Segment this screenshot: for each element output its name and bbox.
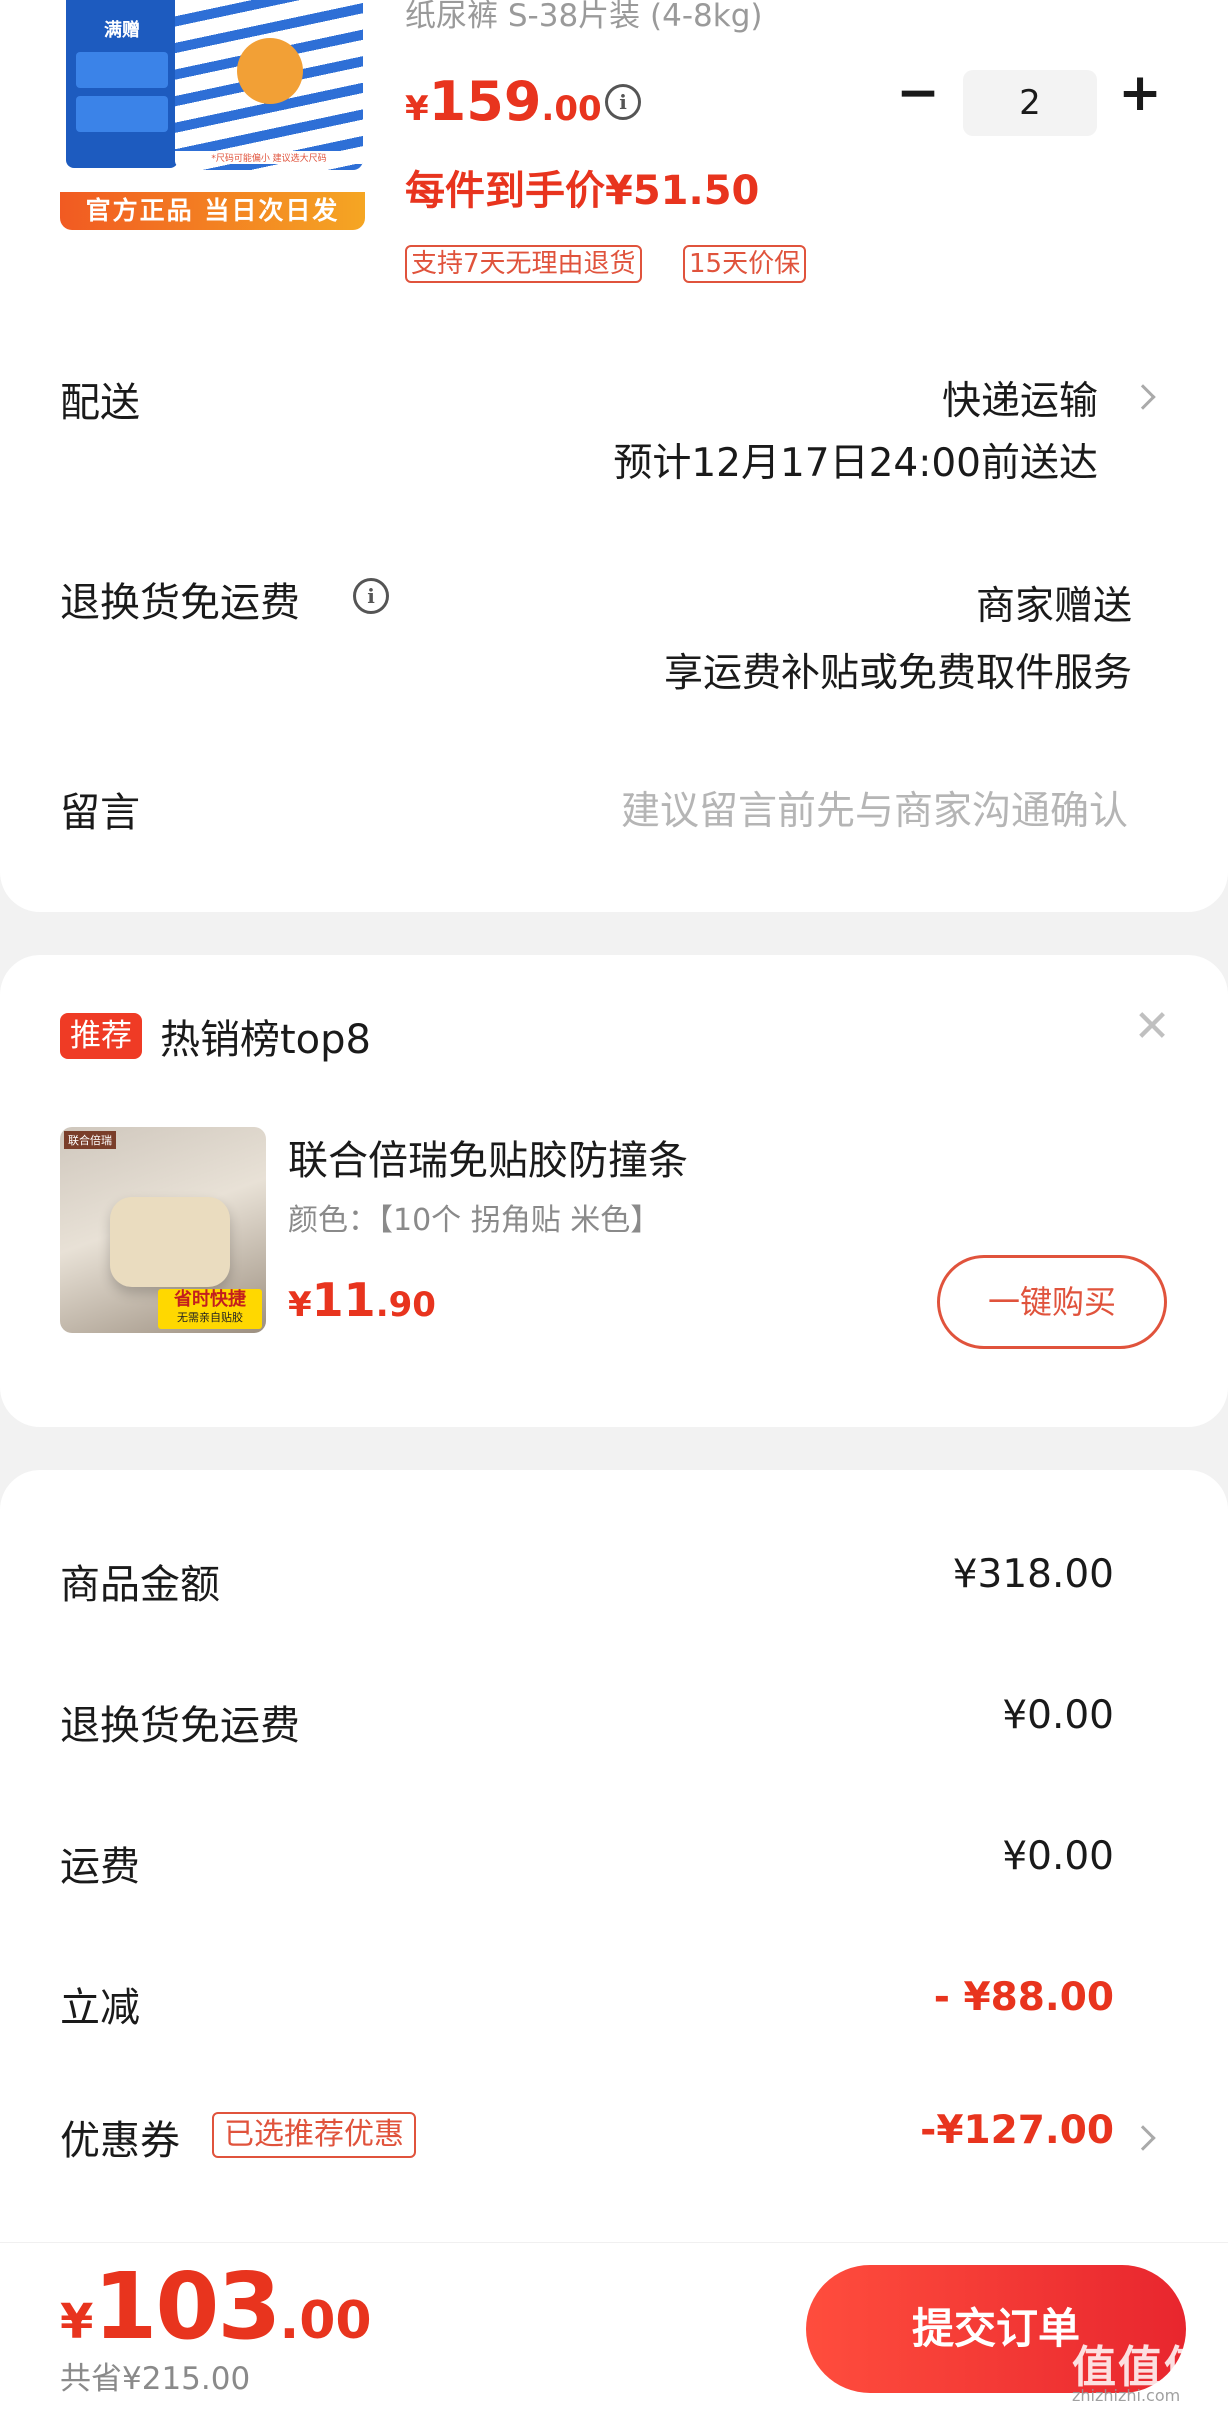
chevron-right-icon[interactable] (1130, 2125, 1156, 2151)
quantity-decrease-button[interactable]: − (893, 67, 943, 120)
quantity-input[interactable]: 2 (963, 70, 1097, 136)
price-integer: 159 (428, 70, 542, 133)
close-icon[interactable]: ✕ (1130, 1005, 1174, 1049)
price-protect-tag: 15天价保 (683, 245, 807, 283)
message-input[interactable]: 建议留言前先与商家沟通确认 (621, 780, 1128, 836)
product-image[interactable]: 满赠 *尺码可能偏小 建议选大尺码 官方正品 当日次日发 (60, 0, 365, 230)
summary-label-shipping: 运费 (60, 1844, 140, 1890)
watermark-url: zhizhizhi.com (1072, 2386, 1181, 2405)
final-unit-price: 每件到手价¥51.50 (405, 168, 760, 214)
summary-value-return-shipping: ¥0.00 (1002, 1693, 1114, 1738)
recommend-product-image[interactable]: 联合倍瑞 省时快捷 无需亲自贴胶 (60, 1127, 266, 1333)
image-promo-sub: 无需亲自贴胶 (177, 1311, 243, 1324)
checkout-bar: ¥103.00 共省¥215.00 提交订单 值值值 zhizhizhi.com (0, 2242, 1228, 2413)
image-brand-sticker: 联合倍瑞 (64, 1131, 116, 1149)
delivery-label: 配送 (60, 380, 140, 426)
image-promo-main: 省时快捷 (174, 1289, 246, 1310)
quantity-increase-button[interactable]: + (1115, 67, 1165, 120)
gift-item (76, 52, 168, 88)
price-decimal: .00 (541, 89, 602, 129)
summary-value-coupon[interactable]: -¥127.00 (920, 2108, 1114, 2153)
pack-logo (237, 38, 303, 104)
delivery-eta: 预计12月17日24:00前送达 (613, 441, 1098, 486)
recommend-product-price: ¥11.90 (288, 1273, 436, 1327)
summary-value-discount: - ¥88.00 (933, 1975, 1114, 2020)
total-price: ¥103.00 (60, 2253, 372, 2360)
one-click-buy-button[interactable]: 一键购买 (937, 1255, 1167, 1349)
recommend-product-name[interactable]: 联合倍瑞免贴胶防撞条 (288, 1128, 688, 1186)
return-shipping-label: 退换货免运费 (60, 580, 300, 626)
price-integer: 11 (311, 1273, 376, 1327)
return-shipping-desc: 享运费补贴或免费取件服务 (663, 651, 1132, 696)
return-shipping-value: 商家赠送 (975, 584, 1132, 629)
info-icon[interactable]: i (605, 84, 641, 120)
summary-label-goods: 商品金额 (60, 1562, 220, 1608)
recommend-title: 热销榜top8 (160, 1017, 371, 1063)
corner-guard-image (110, 1197, 230, 1287)
unit-price: ¥159.00 (405, 70, 602, 133)
total-integer: 103 (93, 2253, 281, 2360)
info-icon[interactable]: i (353, 578, 389, 614)
saved-amount: 共省¥215.00 (60, 2361, 251, 2397)
gift-badge: 满赠 (104, 20, 140, 41)
image-promo-label: 省时快捷 无需亲自贴胶 (158, 1289, 262, 1329)
gift-item (76, 96, 168, 132)
recommend-badge: 推荐 (60, 1013, 142, 1059)
summary-value-goods: ¥318.00 (952, 1552, 1114, 1597)
coupon-selected-tag[interactable]: 已选推荐优惠 (212, 2112, 416, 2158)
summary-label-discount: 立减 (60, 1985, 140, 2031)
diaper-pack-image: *尺码可能偏小 建议选大尺码 (175, 0, 363, 170)
message-label: 留言 (60, 790, 140, 836)
price-symbol: ¥ (60, 2294, 94, 2350)
total-decimal: .00 (279, 2291, 372, 2351)
product-title: 纸尿裤 S-38片装 (4-8kg) (405, 0, 763, 34)
summary-label-return-shipping: 退换货免运费 (60, 1703, 300, 1749)
return-policy-tag: 支持7天无理由退货 (405, 245, 642, 283)
price-symbol: ¥ (405, 89, 429, 129)
gift-card-image: 满赠 (66, 0, 178, 168)
order-card: 满赠 *尺码可能偏小 建议选大尺码 官方正品 当日次日发 纸尿裤 S-38片装 … (0, 0, 1228, 912)
pack-note: *尺码可能偏小 建议选大尺码 (175, 151, 363, 164)
recommend-card: 推荐 热销榜top8 ✕ 联合倍瑞 省时快捷 无需亲自贴胶 联合倍瑞免贴胶防撞条… (0, 955, 1228, 1427)
delivery-method[interactable]: 快递运输 (942, 370, 1098, 426)
product-banner: 官方正品 当日次日发 (60, 192, 365, 230)
chevron-right-icon[interactable] (1130, 384, 1156, 410)
recommend-product-spec: 颜色：【10个 拐角贴 米色】 (288, 1203, 661, 1238)
summary-label-coupon: 优惠券 (60, 2118, 180, 2164)
price-symbol: ¥ (288, 1285, 312, 1325)
summary-value-shipping: ¥0.00 (1002, 1834, 1114, 1879)
price-decimal: .90 (375, 1285, 436, 1325)
